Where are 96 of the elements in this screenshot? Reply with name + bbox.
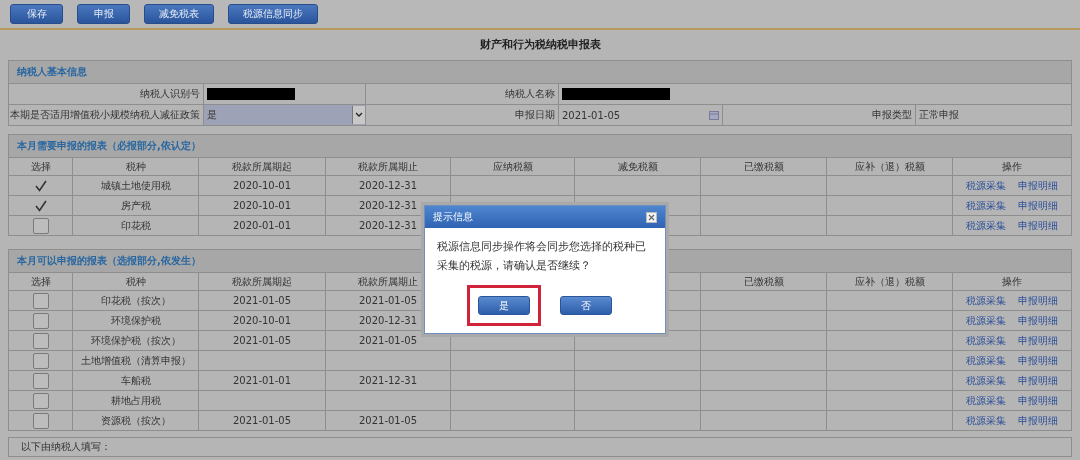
column-header: 已缴税额	[743, 274, 784, 289]
link[interactable]: 申报明细	[1018, 218, 1058, 233]
link[interactable]: 申报明细	[1018, 333, 1058, 348]
table-cell: 2020-01-01	[232, 220, 292, 231]
link[interactable]: 税源采集	[966, 333, 1006, 348]
link[interactable]: 税源采集	[966, 393, 1006, 408]
section-title: 本月可以申报的报表（选报部分,依发生）	[17, 254, 201, 268]
dialog-title: 提示信息	[433, 210, 473, 224]
column-header: 税种	[125, 274, 146, 289]
select-field[interactable]: 是	[204, 105, 366, 125]
table-cell: 2021-01-01	[232, 375, 292, 386]
table-cell: 2020-12-31	[358, 180, 418, 191]
column-header: 税种	[125, 159, 146, 174]
link[interactable]: 税源采集	[966, 198, 1006, 213]
section-title: 纳税人基本信息	[17, 65, 87, 79]
field-label: 纳税人识别号	[140, 87, 200, 101]
checkbox[interactable]	[32, 332, 49, 349]
table-cell: 2021-01-05	[232, 295, 292, 306]
field-label: 本期是否适用增值税小规模纳税人减征政策	[10, 108, 200, 122]
close-icon[interactable]	[646, 211, 657, 223]
column-header: 已缴税额	[743, 159, 784, 174]
table-cell: 车船税	[120, 373, 151, 388]
table-cell: 印花税（按次）	[100, 293, 171, 308]
column-header: 应纳税额	[492, 159, 533, 174]
link[interactable]: 税源采集	[966, 313, 1006, 328]
checkbox[interactable]	[32, 217, 49, 234]
table-cell: 房产税	[120, 198, 151, 213]
table-cell: 城镇土地使用税	[100, 178, 171, 193]
form-title: 财产和行为税纳税申报表	[479, 38, 601, 51]
field-label: 申报类型	[872, 108, 912, 122]
column-header: 应补（退）税额	[854, 159, 925, 174]
column-header: 操作	[1002, 274, 1022, 289]
link[interactable]: 申报明细	[1018, 393, 1058, 408]
link[interactable]: 申报明细	[1018, 293, 1058, 308]
link[interactable]: 税源采集	[966, 178, 1006, 193]
table-cell: 环境保护税（按次）	[90, 333, 181, 348]
checkbox[interactable]	[32, 292, 49, 309]
note-text: 以下由纳税人填写：	[21, 440, 111, 454]
checkbox[interactable]	[32, 352, 49, 369]
column-header: 税款所属期止	[358, 274, 418, 289]
field-label: 申报日期	[515, 108, 555, 122]
column-header: 应补（退）税额	[854, 274, 925, 289]
table-cell: 2021-12-31	[358, 375, 418, 386]
table-cell: 2021-01-05	[232, 335, 292, 346]
column-header: 税款所属期起	[232, 159, 292, 174]
field-value: 正常申报	[919, 108, 959, 122]
table-cell: 2020-10-01	[232, 180, 292, 191]
table-cell: 2020-12-31	[358, 200, 418, 211]
checkbox[interactable]	[32, 392, 49, 409]
checkbox[interactable]	[32, 412, 49, 429]
table-cell: 耕地占用税	[110, 393, 161, 408]
link[interactable]: 申报明细	[1018, 313, 1058, 328]
table-cell: 资源税（按次）	[100, 413, 171, 428]
link[interactable]: 税源采集	[966, 293, 1006, 308]
toolbar-button[interactable]: 保存	[10, 4, 63, 24]
table-cell: 2021-01-05	[358, 415, 418, 426]
table-cell: 2021-01-05	[358, 335, 418, 346]
table-cell: 土地增值税（清算申报）	[80, 353, 191, 368]
link[interactable]: 申报明细	[1018, 413, 1058, 428]
checkbox[interactable]	[33, 178, 48, 193]
dialog-message: 税源信息同步操作将会同步您选择的税种已采集的税源，请确认是否继续？	[436, 239, 647, 273]
link[interactable]: 税源采集	[966, 373, 1006, 388]
field-label: 纳税人名称	[505, 87, 555, 101]
section-title: 本月需要申报的报表（必报部分,依认定）	[17, 139, 201, 153]
link[interactable]: 税源采集	[966, 353, 1006, 368]
link[interactable]: 申报明细	[1018, 178, 1058, 193]
table-cell: 2021-01-05	[232, 415, 292, 426]
table-cell: 2020-12-31	[358, 220, 418, 231]
dropdown-icon	[352, 106, 365, 124]
calendar-icon[interactable]	[709, 110, 719, 120]
dialog-button[interactable]: 是	[478, 296, 530, 315]
table-cell: 印花税	[120, 218, 151, 233]
table-cell: 2021-01-05	[358, 295, 418, 306]
checkbox[interactable]	[32, 312, 49, 329]
dialog-button[interactable]: 否	[560, 296, 612, 315]
link[interactable]: 税源采集	[966, 413, 1006, 428]
column-header: 选择	[30, 159, 51, 174]
column-header: 税款所属期起	[232, 274, 292, 289]
toolbar-button[interactable]: 申报	[77, 4, 130, 24]
table-cell: 2020-12-31	[358, 315, 418, 326]
checkbox[interactable]	[32, 372, 49, 389]
column-header: 选择	[30, 274, 51, 289]
link[interactable]: 申报明细	[1018, 198, 1058, 213]
link[interactable]: 税源采集	[966, 218, 1006, 233]
table-cell: 环境保护税	[110, 313, 161, 328]
column-header: 税款所属期止	[358, 159, 418, 174]
toolbar-button[interactable]: 减免税表	[144, 4, 214, 24]
checkbox[interactable]	[33, 198, 48, 213]
link[interactable]: 申报明细	[1018, 373, 1058, 388]
table-cell: 2020-10-01	[232, 200, 292, 211]
toolbar-button[interactable]: 税源信息同步	[228, 4, 318, 24]
date-field[interactable]: 2021-01-05	[559, 105, 723, 125]
column-header: 减免税额	[617, 159, 658, 174]
column-header: 操作	[1002, 159, 1022, 174]
link[interactable]: 申报明细	[1018, 353, 1058, 368]
table-cell: 2020-10-01	[232, 315, 292, 326]
